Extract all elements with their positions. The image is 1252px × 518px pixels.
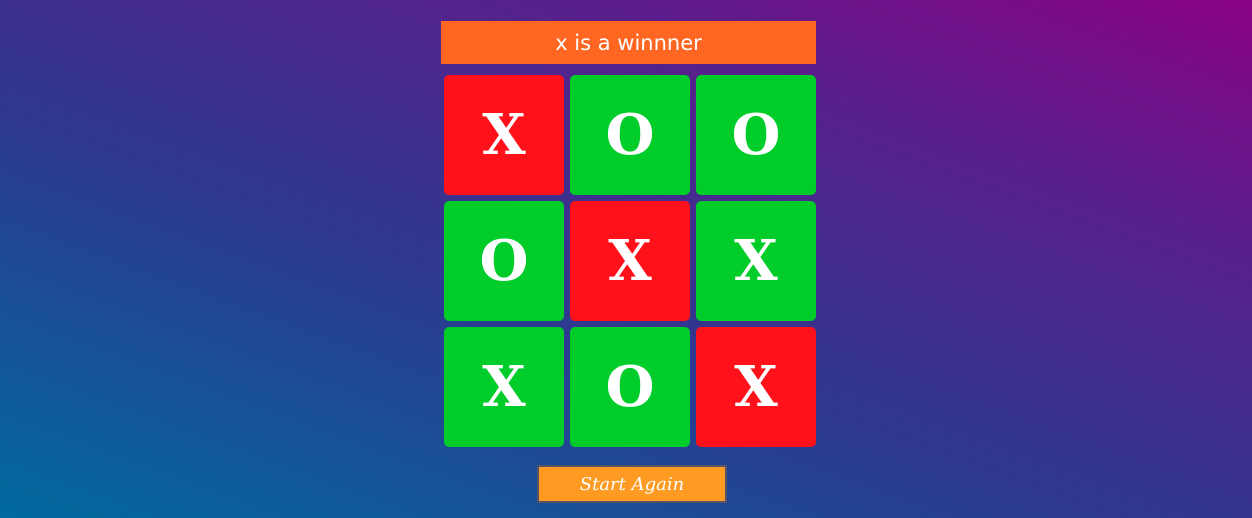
game-board: X O O O X X X O X: [441, 72, 819, 450]
board-cell-6[interactable]: X: [696, 201, 816, 321]
board-cell-9[interactable]: X: [696, 327, 816, 447]
board-cell-1[interactable]: X: [444, 75, 564, 195]
board-cell-8[interactable]: O: [570, 327, 690, 447]
game-status-banner: x is a winnner: [441, 21, 816, 64]
board-cell-7[interactable]: X: [444, 327, 564, 447]
board-cell-4[interactable]: O: [444, 201, 564, 321]
board-cell-2[interactable]: O: [570, 75, 690, 195]
start-again-button[interactable]: Start Again: [537, 465, 727, 503]
board-cell-3[interactable]: O: [696, 75, 816, 195]
board-cell-5[interactable]: X: [570, 201, 690, 321]
